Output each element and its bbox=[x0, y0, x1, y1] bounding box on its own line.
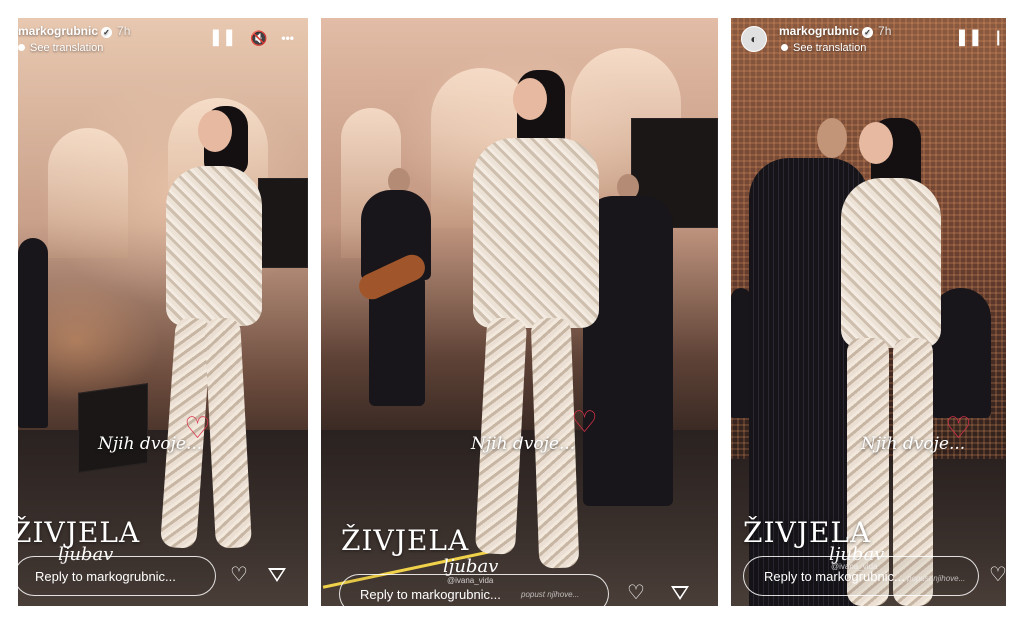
story-panel-1[interactable]: markogrubnic ✓ 7h See translation ❚❚ 🔇 •••… bbox=[18, 18, 308, 606]
username[interactable]: markogrubnic ✓ 7h bbox=[779, 24, 891, 38]
drawn-heart-icon: ♡ bbox=[184, 412, 211, 445]
story-header: markogrubnic ✓ 7h See translation ❚❚ 🔇 ••• bbox=[18, 18, 308, 62]
verified-badge-icon: ✓ bbox=[101, 27, 113, 38]
avatar[interactable]: ◐ bbox=[741, 26, 767, 52]
story-panel-3[interactable]: ◐ markogrubnic ✓ 7h See translation ❚❚ | N… bbox=[731, 18, 1006, 606]
singer-head bbox=[859, 122, 893, 164]
verified-badge-icon: ✓ bbox=[862, 27, 874, 38]
pause-icon[interactable]: ❚❚ bbox=[209, 30, 236, 46]
username[interactable]: markogrubnic ✓ 7h bbox=[18, 24, 130, 38]
translation-dot-icon bbox=[781, 44, 788, 51]
arch-decor bbox=[48, 128, 128, 258]
see-translation-link[interactable]: See translation bbox=[18, 42, 103, 54]
drawn-heart-icon: ♡ bbox=[945, 412, 972, 445]
story-controls: ❚❚ | bbox=[955, 30, 1002, 46]
stage-speaker bbox=[78, 383, 148, 473]
more-icon[interactable]: ••• bbox=[281, 32, 294, 44]
musician-figure bbox=[731, 288, 751, 418]
reply-input[interactable]: Reply to markogrubnic... bbox=[339, 574, 609, 606]
zivjela-text: ŽIVJELA bbox=[341, 524, 470, 557]
heart-icon[interactable]: ♡ bbox=[230, 565, 248, 585]
caption-script: Njih dvoje... bbox=[471, 434, 576, 454]
heart-icon[interactable]: ♡ bbox=[989, 565, 1006, 585]
singer-outfit bbox=[841, 178, 941, 348]
see-translation-link[interactable]: See translation bbox=[781, 42, 866, 54]
stage-speaker bbox=[258, 178, 308, 268]
translation-dot-icon bbox=[18, 44, 25, 51]
send-icon[interactable] bbox=[671, 586, 689, 600]
more-icon[interactable]: | bbox=[996, 30, 1002, 46]
singer-outfit bbox=[166, 166, 262, 326]
heart-icon[interactable]: ♡ bbox=[627, 583, 645, 603]
story-header: ◐ markogrubnic ✓ 7h See translation ❚❚ | bbox=[731, 18, 1006, 62]
send-icon[interactable] bbox=[268, 568, 286, 582]
drawn-heart-icon: ♡ bbox=[571, 406, 598, 439]
musician-figure bbox=[18, 238, 48, 428]
singer-outfit bbox=[473, 138, 599, 328]
singer-head bbox=[198, 110, 232, 152]
pause-icon[interactable]: ❚❚ bbox=[955, 30, 982, 46]
mute-icon[interactable]: 🔇 bbox=[250, 31, 267, 45]
singer-head bbox=[513, 78, 547, 120]
story-controls: ❚❚ 🔇 ••• bbox=[209, 30, 294, 46]
story-photo bbox=[321, 18, 718, 606]
man-head bbox=[817, 118, 847, 158]
story-panel-2[interactable]: Njih dvoje... ♡ ŽIVJELA ljubav @ivana_vi… bbox=[321, 18, 718, 606]
reply-input[interactable]: Reply to markogrubnic... bbox=[18, 556, 216, 596]
reply-input[interactable]: Reply to markogrubnic... bbox=[743, 556, 979, 596]
